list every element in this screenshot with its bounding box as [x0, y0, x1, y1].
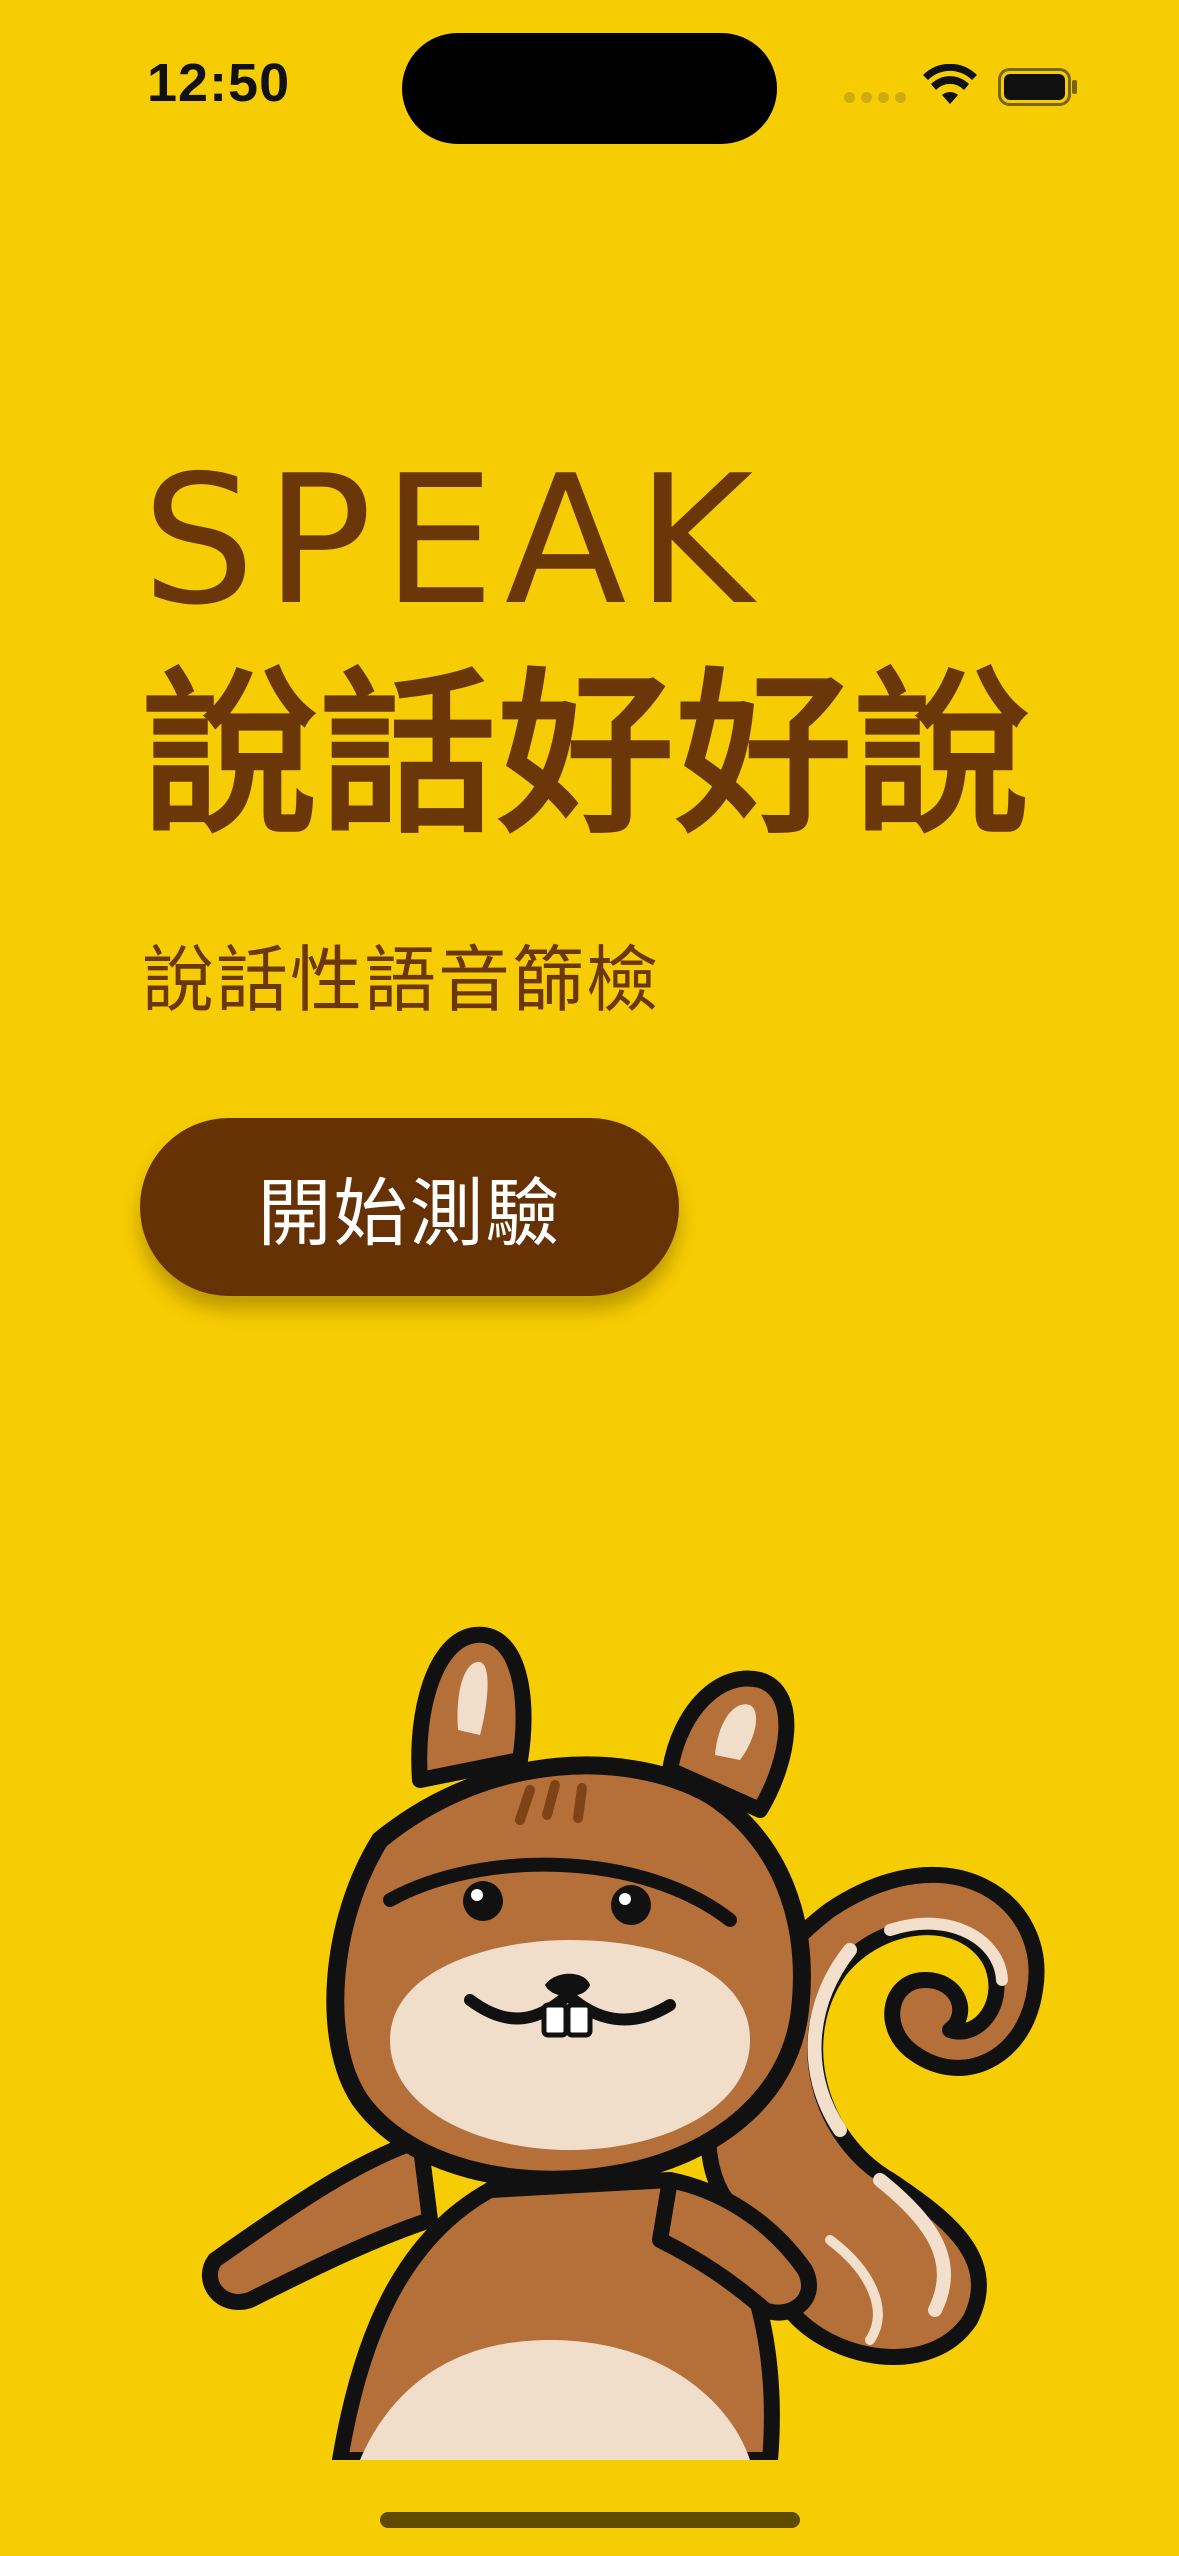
app-subtitle: 說話性語音篩檢: [142, 938, 661, 1022]
battery-icon: [998, 68, 1077, 106]
home-indicator[interactable]: [380, 2512, 800, 2528]
start-test-button-label: 開始測驗: [257, 1170, 562, 1257]
wifi-icon: [923, 64, 977, 104]
app-screen: 12:50 SPEAK 說話好好說 說話性語音篩檢 開始測驗: [0, 0, 1179, 2556]
squirrel-mascot-illustration: [202, 1626, 1045, 2460]
squirrel-head: [326, 1626, 811, 2189]
app-title-chinese: 說話好好說: [142, 653, 1033, 858]
start-test-button[interactable]: 開始測驗: [140, 1118, 679, 1296]
dynamic-island: [402, 33, 777, 144]
status-time: 12:50: [147, 53, 291, 113]
app-title-english: SPEAK: [142, 437, 764, 644]
squirrel-body: [202, 2132, 817, 2460]
cellular-signal-icon: [844, 92, 906, 106]
